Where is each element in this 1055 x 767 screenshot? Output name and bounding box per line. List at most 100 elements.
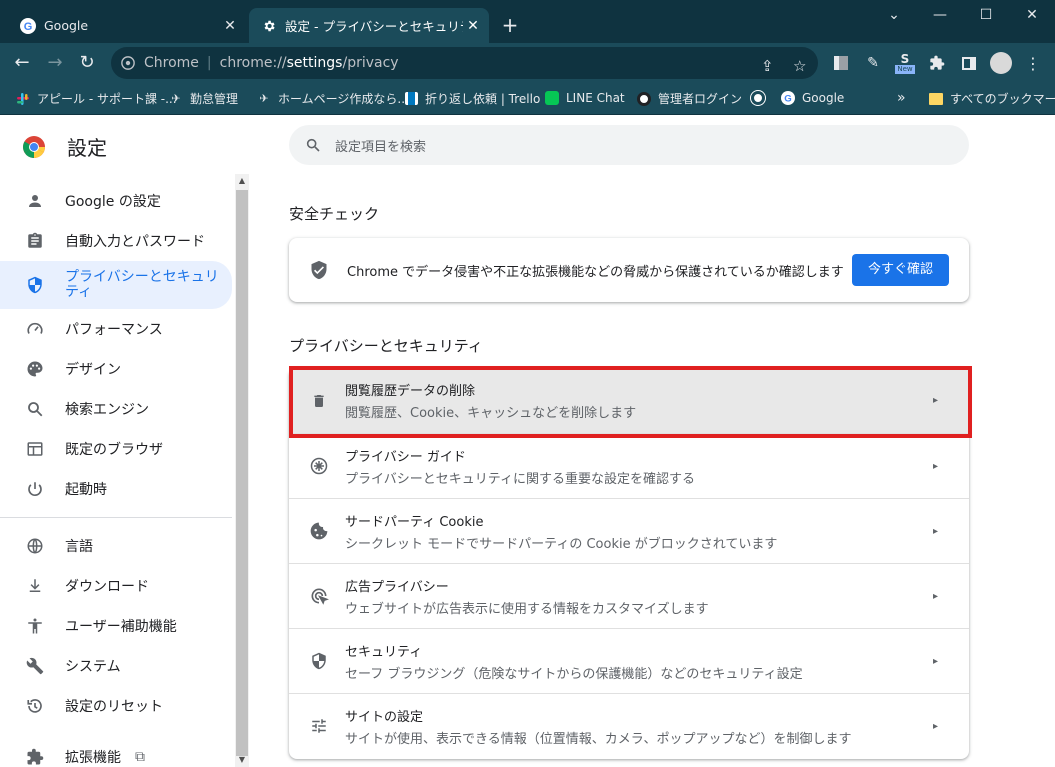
sidebar-item-label: 起動時	[65, 482, 107, 498]
sidebar-item-reset[interactable]: 設定のリセット	[0, 686, 232, 726]
tab-close-icon[interactable]: ✕	[463, 18, 483, 34]
url-path: /privacy	[342, 55, 399, 71]
minimize-button[interactable]: —	[917, 0, 963, 30]
browser-icon	[23, 440, 47, 458]
globe-icon	[23, 537, 47, 555]
bookmark-item[interactable]: アピール - サポート課 -...	[15, 90, 177, 107]
site-info-chip[interactable]: Chrome	[121, 55, 199, 71]
tab-title: 設定 - プライバシーとセキュリティ	[285, 19, 463, 34]
chrome-logo-icon	[23, 135, 45, 158]
sidebar-item-extensions[interactable]: 拡張機能 ⧉	[0, 742, 232, 767]
row-title: 閲覧履歴データの削除	[345, 384, 476, 399]
row-title: サードパーティ Cookie	[345, 514, 484, 530]
wrench-icon	[23, 657, 47, 675]
tab-google[interactable]: G Google ✕	[8, 8, 246, 43]
eyedropper-icon[interactable]: ✎	[862, 52, 884, 74]
extension-1-icon[interactable]	[830, 52, 852, 74]
menu-icon[interactable]: ⋮	[1022, 52, 1044, 74]
power-icon	[23, 480, 47, 498]
forward-button[interactable]: →	[41, 49, 69, 77]
sidebar-item-label: 拡張機能	[65, 750, 121, 766]
chevron-right-icon: ▸	[933, 655, 939, 667]
profile-avatar[interactable]	[990, 52, 1012, 74]
website-icon: ✈	[259, 92, 269, 105]
sidebar-item-appearance[interactable]: デザイン	[0, 349, 232, 389]
ad-privacy-row[interactable]: 広告プライバシー ウェブサイトが広告表示に使用する情報をカスタマイズします ▸	[289, 563, 969, 628]
google-favicon-icon: G	[20, 17, 36, 34]
extensions-puzzle-icon[interactable]	[926, 52, 948, 74]
sidebar-item-label: Google の設定	[65, 194, 161, 210]
sidebar-item-search-engine[interactable]: 検索エンジン	[0, 389, 232, 429]
new-extension-icon[interactable]: S New	[894, 52, 916, 74]
close-window-button[interactable]: ✕	[1009, 0, 1055, 30]
speedometer-icon	[23, 320, 47, 338]
chevron-right-icon: ▸	[933, 590, 939, 602]
bookmark-item[interactable]: G Google	[780, 90, 844, 106]
sidebar-item-languages[interactable]: 言語	[0, 526, 232, 566]
row-subtitle: 閲覧履歴、Cookie、キャッシュなどを削除します	[345, 406, 637, 421]
scroll-thumb[interactable]	[236, 190, 248, 756]
chevron-right-icon: ▸	[933, 525, 939, 537]
sidebar-item-accessibility[interactable]: ユーザー補助機能	[0, 606, 232, 646]
third-party-cookies-row[interactable]: サードパーティ Cookie シークレット モードでサードパーティの Cookie…	[289, 498, 969, 563]
sidebar-item-on-startup[interactable]: 起動時	[0, 469, 232, 509]
sidebar-item-label: ダウンロード	[65, 579, 149, 595]
person-icon	[23, 192, 47, 210]
back-button[interactable]: ←	[8, 49, 36, 77]
maximize-button[interactable]: ☐	[963, 0, 1009, 30]
row-subtitle: プライバシーとセキュリティに関する重要な設定を確認する	[345, 471, 695, 487]
bookmark-item[interactable]: LINE Chat	[544, 90, 625, 106]
puzzle-icon	[23, 748, 47, 766]
settings-search-input[interactable]: 設定項目を検索	[289, 125, 969, 165]
tab-strip: G Google ✕ 設定 - プライバシーとセキュリティ ✕ + ⌄ — ☐ …	[0, 0, 1055, 43]
row-subtitle: サイトが使用、表示できる情報（位置情報、カメラ、ポップアップなど）を制御します	[345, 731, 852, 747]
bookmark-item[interactable]: 管理者ログイン	[636, 90, 742, 107]
privacy-guide-row[interactable]: プライバシー ガイド プライバシーとセキュリティに関する重要な設定を確認する ▸	[289, 433, 969, 498]
svg-text:G: G	[784, 94, 791, 105]
sidebar-item-label: 設定のリセット	[65, 699, 163, 715]
all-bookmarks-button[interactable]: すべてのブックマーク	[928, 90, 1055, 107]
tab-title: Google	[44, 18, 89, 33]
site-settings-row[interactable]: サイトの設定 サイトが使用、表示できる情報（位置情報、カメラ、ポップアップなど）を…	[289, 693, 969, 758]
bookmarks-overflow-button[interactable]: »	[897, 90, 906, 106]
chevron-right-icon: ▸	[933, 720, 939, 732]
url-host: settings	[286, 55, 343, 71]
sidebar-item-label: デザイン	[65, 362, 121, 378]
tab-settings[interactable]: 設定 - プライバシーとセキュリティ ✕	[249, 8, 489, 43]
bookmark-item[interactable]: 折り返し依頼 | Trello	[403, 90, 540, 107]
palette-icon	[23, 360, 47, 378]
sidebar-item-autofill[interactable]: 自動入力とパスワード	[0, 221, 232, 261]
search-placeholder: 設定項目を検索	[335, 139, 427, 155]
chrome-site-icon	[121, 56, 135, 70]
reload-button[interactable]: ↻	[73, 49, 101, 77]
side-panel-icon[interactable]	[958, 52, 980, 74]
compass-icon	[309, 456, 329, 476]
download-icon	[23, 577, 47, 595]
sidebar-item-default-browser[interactable]: 既定のブラウザ	[0, 429, 232, 469]
sidebar-item-system[interactable]: システム	[0, 646, 232, 686]
bookmark-item[interactable]: ✈ ホームページ作成なら...	[256, 90, 408, 107]
clear-browsing-data-row[interactable]: 閲覧履歴データの削除 閲覧履歴、Cookie、キャッシュなどを削除します ▸	[289, 368, 969, 433]
tab-close-icon[interactable]: ✕	[220, 18, 240, 34]
safety-check-text: Chrome でデータ侵害や不正な拡張機能などの脅威から保護されているか確認しま…	[347, 264, 844, 280]
scroll-down-arrow[interactable]: ▼	[235, 753, 249, 767]
sidebar-scrollbar[interactable]: ▲ ▼	[235, 174, 249, 767]
sidebar-item-privacy[interactable]: プライバシーとセキュリティ	[0, 261, 232, 309]
security-row[interactable]: セキュリティ セーフ ブラウジング（危険なサイトからの保護機能）などのセキュリティ…	[289, 628, 969, 693]
check-now-button[interactable]: 今すぐ確認	[851, 254, 949, 286]
bookmark-star-icon[interactable]: ☆	[793, 57, 806, 75]
sidebar-item-downloads[interactable]: ダウンロード	[0, 566, 232, 606]
tab-search-button[interactable]: ⌄	[871, 0, 917, 30]
sidebar-item-performance[interactable]: パフォーマンス	[0, 309, 232, 349]
sidebar-item-label: プライバシーとセキュリティ	[65, 269, 219, 300]
trello-icon	[403, 91, 419, 107]
new-tab-button[interactable]: +	[500, 11, 520, 39]
bookmark-item[interactable]	[750, 90, 772, 106]
share-icon[interactable]: ⇪	[761, 57, 774, 75]
search-icon	[305, 137, 321, 153]
settings-sidebar: 設定 Google の設定 自動入力とパスワード プライバシーとセキュリティ パ…	[0, 116, 252, 767]
scroll-up-arrow[interactable]: ▲	[235, 174, 249, 188]
sidebar-item-google[interactable]: Google の設定	[0, 181, 232, 221]
bookmark-item[interactable]: ✈ 勤怠管理	[168, 90, 238, 107]
address-bar[interactable]: Chrome | chrome://settings/privacy ⇪ ☆	[111, 47, 818, 79]
